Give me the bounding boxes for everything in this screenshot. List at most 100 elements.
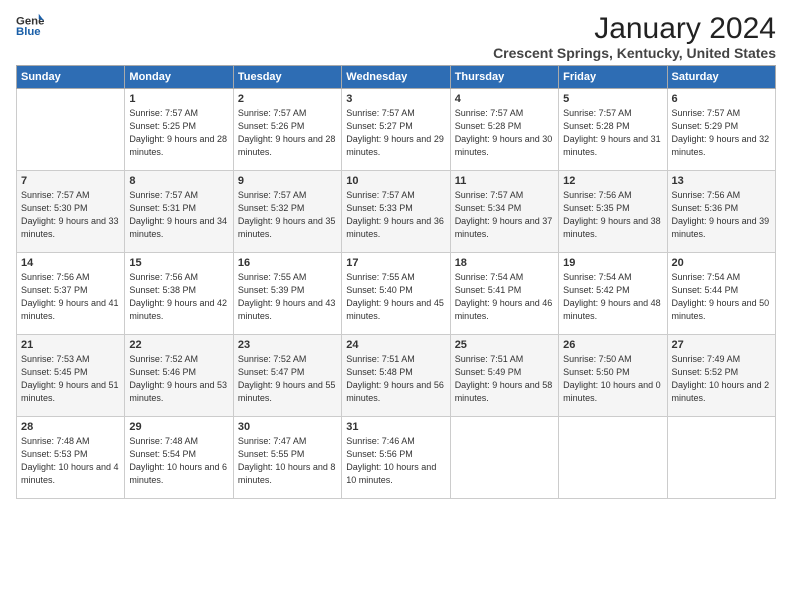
calendar-cell: 19 Sunrise: 7:54 AMSunset: 5:42 PMDaylig…	[559, 253, 667, 335]
calendar-cell: 17 Sunrise: 7:55 AMSunset: 5:40 PMDaylig…	[342, 253, 450, 335]
day-number: 23	[238, 339, 337, 351]
day-detail: Sunrise: 7:56 AMSunset: 5:38 PMDaylight:…	[129, 272, 227, 321]
calendar-cell: 30 Sunrise: 7:47 AMSunset: 5:55 PMDaylig…	[233, 417, 341, 499]
day-number: 6	[672, 93, 771, 105]
day-number: 1	[129, 93, 228, 105]
header-sunday: Sunday	[17, 66, 125, 89]
calendar-cell	[17, 89, 125, 171]
day-detail: Sunrise: 7:57 AMSunset: 5:28 PMDaylight:…	[563, 108, 661, 157]
day-number: 31	[346, 421, 445, 433]
location-title: Crescent Springs, Kentucky, United State…	[493, 45, 776, 61]
day-number: 10	[346, 175, 445, 187]
calendar-cell	[667, 417, 775, 499]
calendar-cell: 8 Sunrise: 7:57 AMSunset: 5:31 PMDayligh…	[125, 171, 233, 253]
day-detail: Sunrise: 7:57 AMSunset: 5:31 PMDaylight:…	[129, 190, 227, 239]
day-number: 27	[672, 339, 771, 351]
day-detail: Sunrise: 7:56 AMSunset: 5:37 PMDaylight:…	[21, 272, 119, 321]
calendar-cell: 21 Sunrise: 7:53 AMSunset: 5:45 PMDaylig…	[17, 335, 125, 417]
day-detail: Sunrise: 7:57 AMSunset: 5:29 PMDaylight:…	[672, 108, 770, 157]
day-number: 13	[672, 175, 771, 187]
day-number: 3	[346, 93, 445, 105]
day-detail: Sunrise: 7:50 AMSunset: 5:50 PMDaylight:…	[563, 354, 661, 403]
calendar-cell: 3 Sunrise: 7:57 AMSunset: 5:27 PMDayligh…	[342, 89, 450, 171]
day-detail: Sunrise: 7:57 AMSunset: 5:27 PMDaylight:…	[346, 108, 444, 157]
day-number: 17	[346, 257, 445, 269]
day-number: 15	[129, 257, 228, 269]
day-detail: Sunrise: 7:52 AMSunset: 5:46 PMDaylight:…	[129, 354, 227, 403]
day-number: 22	[129, 339, 228, 351]
calendar-cell: 10 Sunrise: 7:57 AMSunset: 5:33 PMDaylig…	[342, 171, 450, 253]
day-number: 20	[672, 257, 771, 269]
calendar-cell: 24 Sunrise: 7:51 AMSunset: 5:48 PMDaylig…	[342, 335, 450, 417]
calendar-cell: 9 Sunrise: 7:57 AMSunset: 5:32 PMDayligh…	[233, 171, 341, 253]
calendar-cell: 31 Sunrise: 7:46 AMSunset: 5:56 PMDaylig…	[342, 417, 450, 499]
svg-text:Blue: Blue	[16, 26, 41, 38]
header-friday: Friday	[559, 66, 667, 89]
calendar-cell: 23 Sunrise: 7:52 AMSunset: 5:47 PMDaylig…	[233, 335, 341, 417]
calendar-cell: 4 Sunrise: 7:57 AMSunset: 5:28 PMDayligh…	[450, 89, 558, 171]
header-thursday: Thursday	[450, 66, 558, 89]
day-detail: Sunrise: 7:57 AMSunset: 5:34 PMDaylight:…	[455, 190, 553, 239]
month-title: January 2024	[493, 12, 776, 45]
calendar-cell: 20 Sunrise: 7:54 AMSunset: 5:44 PMDaylig…	[667, 253, 775, 335]
page-container: General Blue January 2024 Crescent Sprin…	[0, 0, 792, 507]
day-detail: Sunrise: 7:56 AMSunset: 5:36 PMDaylight:…	[672, 190, 770, 239]
day-number: 14	[21, 257, 120, 269]
calendar-cell: 6 Sunrise: 7:57 AMSunset: 5:29 PMDayligh…	[667, 89, 775, 171]
day-number: 26	[563, 339, 662, 351]
day-detail: Sunrise: 7:54 AMSunset: 5:44 PMDaylight:…	[672, 272, 770, 321]
day-number: 4	[455, 93, 554, 105]
calendar-cell: 27 Sunrise: 7:49 AMSunset: 5:52 PMDaylig…	[667, 335, 775, 417]
day-detail: Sunrise: 7:57 AMSunset: 5:33 PMDaylight:…	[346, 190, 444, 239]
day-detail: Sunrise: 7:57 AMSunset: 5:26 PMDaylight:…	[238, 108, 336, 157]
header-saturday: Saturday	[667, 66, 775, 89]
day-number: 18	[455, 257, 554, 269]
header-wednesday: Wednesday	[342, 66, 450, 89]
calendar-cell: 1 Sunrise: 7:57 AMSunset: 5:25 PMDayligh…	[125, 89, 233, 171]
logo: General Blue	[16, 12, 44, 40]
calendar-cell: 11 Sunrise: 7:57 AMSunset: 5:34 PMDaylig…	[450, 171, 558, 253]
day-detail: Sunrise: 7:48 AMSunset: 5:54 PMDaylight:…	[129, 436, 227, 485]
day-detail: Sunrise: 7:56 AMSunset: 5:35 PMDaylight:…	[563, 190, 661, 239]
day-number: 21	[21, 339, 120, 351]
calendar-cell: 22 Sunrise: 7:52 AMSunset: 5:46 PMDaylig…	[125, 335, 233, 417]
day-detail: Sunrise: 7:57 AMSunset: 5:32 PMDaylight:…	[238, 190, 336, 239]
day-detail: Sunrise: 7:55 AMSunset: 5:39 PMDaylight:…	[238, 272, 336, 321]
calendar-cell: 2 Sunrise: 7:57 AMSunset: 5:26 PMDayligh…	[233, 89, 341, 171]
day-number: 28	[21, 421, 120, 433]
calendar-cell: 13 Sunrise: 7:56 AMSunset: 5:36 PMDaylig…	[667, 171, 775, 253]
day-detail: Sunrise: 7:52 AMSunset: 5:47 PMDaylight:…	[238, 354, 336, 403]
day-detail: Sunrise: 7:48 AMSunset: 5:53 PMDaylight:…	[21, 436, 119, 485]
day-detail: Sunrise: 7:54 AMSunset: 5:42 PMDaylight:…	[563, 272, 661, 321]
title-block: January 2024 Crescent Springs, Kentucky,…	[493, 12, 776, 61]
logo-icon: General Blue	[16, 12, 44, 40]
calendar-header-row: Sunday Monday Tuesday Wednesday Thursday…	[17, 66, 776, 89]
day-detail: Sunrise: 7:51 AMSunset: 5:49 PMDaylight:…	[455, 354, 553, 403]
day-number: 16	[238, 257, 337, 269]
calendar-cell: 14 Sunrise: 7:56 AMSunset: 5:37 PMDaylig…	[17, 253, 125, 335]
day-number: 9	[238, 175, 337, 187]
day-number: 11	[455, 175, 554, 187]
day-number: 7	[21, 175, 120, 187]
day-number: 8	[129, 175, 228, 187]
day-number: 29	[129, 421, 228, 433]
day-detail: Sunrise: 7:57 AMSunset: 5:30 PMDaylight:…	[21, 190, 119, 239]
calendar-cell: 5 Sunrise: 7:57 AMSunset: 5:28 PMDayligh…	[559, 89, 667, 171]
header-monday: Monday	[125, 66, 233, 89]
day-number: 19	[563, 257, 662, 269]
day-number: 30	[238, 421, 337, 433]
header-tuesday: Tuesday	[233, 66, 341, 89]
calendar-cell	[559, 417, 667, 499]
calendar-table: Sunday Monday Tuesday Wednesday Thursday…	[16, 65, 776, 499]
day-detail: Sunrise: 7:49 AMSunset: 5:52 PMDaylight:…	[672, 354, 770, 403]
calendar-cell: 18 Sunrise: 7:54 AMSunset: 5:41 PMDaylig…	[450, 253, 558, 335]
day-number: 25	[455, 339, 554, 351]
calendar-cell	[450, 417, 558, 499]
calendar-cell: 7 Sunrise: 7:57 AMSunset: 5:30 PMDayligh…	[17, 171, 125, 253]
day-detail: Sunrise: 7:55 AMSunset: 5:40 PMDaylight:…	[346, 272, 444, 321]
calendar-cell: 26 Sunrise: 7:50 AMSunset: 5:50 PMDaylig…	[559, 335, 667, 417]
calendar-cell: 25 Sunrise: 7:51 AMSunset: 5:49 PMDaylig…	[450, 335, 558, 417]
day-detail: Sunrise: 7:54 AMSunset: 5:41 PMDaylight:…	[455, 272, 553, 321]
calendar-cell: 12 Sunrise: 7:56 AMSunset: 5:35 PMDaylig…	[559, 171, 667, 253]
day-detail: Sunrise: 7:51 AMSunset: 5:48 PMDaylight:…	[346, 354, 444, 403]
